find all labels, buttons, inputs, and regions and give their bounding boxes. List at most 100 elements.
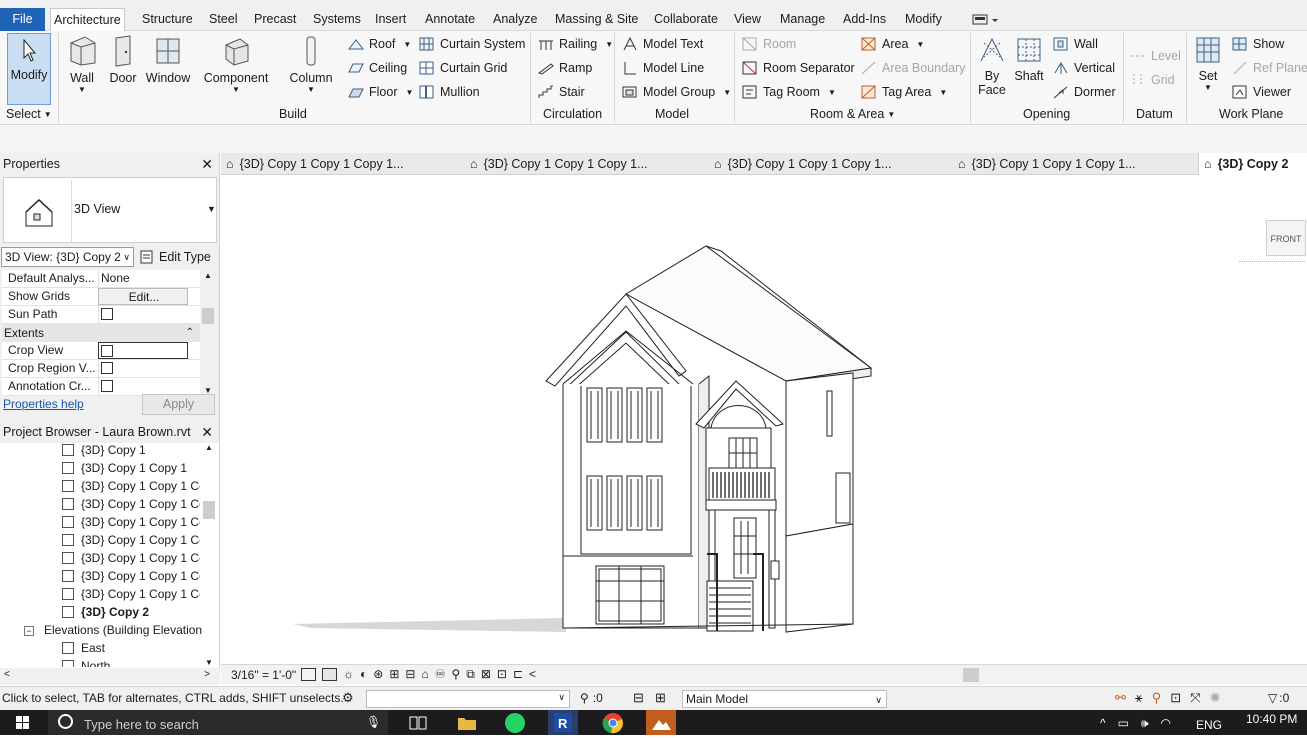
reveal-constraints-icon[interactable]: ⊡: [497, 668, 507, 681]
browser-item[interactable]: {3D} Copy 1 Copy 1 Cc: [62, 585, 200, 603]
column-button[interactable]: Column ▼: [288, 35, 334, 94]
browser-item[interactable]: {3D} Copy 1 Copy 1 Cc: [62, 549, 200, 567]
drawing-canvas[interactable]: FRONT: [221, 176, 1307, 664]
crop-view-icon[interactable]: ⊞: [389, 668, 399, 681]
chevron-left-icon[interactable]: <: [529, 668, 536, 681]
menu-file[interactable]: File: [0, 8, 45, 31]
workset-dropdown[interactable]: ∨: [366, 690, 570, 708]
wall-button[interactable]: Wall ▼: [63, 35, 101, 94]
curtain-grid-button[interactable]: Curtain Grid: [419, 61, 507, 75]
model-line-button[interactable]: Model Line: [622, 61, 704, 75]
annotation-crop-checkbox[interactable]: [101, 380, 113, 392]
editing-requests[interactable]: ⚲:0: [580, 691, 603, 705]
crop-region-checkbox[interactable]: [101, 362, 113, 374]
browser-item[interactable]: {3D} Copy 1 Copy 1 Cc: [62, 477, 200, 495]
window-button[interactable]: Window: [144, 35, 192, 85]
detail-level-icon[interactable]: [301, 668, 316, 681]
menu-analyze[interactable]: Analyze: [490, 10, 540, 31]
browser-group-elevations[interactable]: − Elevations (Building Elevation: [24, 621, 204, 639]
set-button[interactable]: Set ▼: [1192, 35, 1224, 92]
main-model-dropdown[interactable]: Main Model ∨: [682, 690, 887, 708]
mullion-button[interactable]: Mullion: [419, 85, 480, 99]
crop-view-checkbox[interactable]: [101, 345, 113, 357]
properties-help-link[interactable]: Properties help: [3, 397, 84, 411]
show-grids-edit-button[interactable]: Edit...: [98, 288, 188, 305]
menu-massing-site[interactable]: Massing & Site: [552, 10, 641, 31]
sun-path-icon[interactable]: ☼: [343, 668, 354, 681]
menu-add-ins[interactable]: Add-Ins: [840, 10, 889, 31]
browser-item[interactable]: {3D} Copy 1 Copy 1 Cc: [62, 567, 200, 585]
chevron-up-icon[interactable]: ^: [1100, 716, 1106, 731]
curtain-system-button[interactable]: Curtain System: [419, 37, 525, 51]
volume-icon[interactable]: 🕪: [1141, 716, 1149, 731]
temporary-view-icon[interactable]: ⊠: [481, 668, 491, 681]
select-links-icon[interactable]: ⚯: [1115, 690, 1126, 706]
menu-insert[interactable]: Insert: [372, 10, 409, 31]
worksharing-icon[interactable]: ⧉: [466, 668, 475, 681]
level-button[interactable]: Level: [1130, 49, 1181, 63]
show-button[interactable]: Show: [1232, 37, 1284, 51]
select-by-face-icon[interactable]: ⊡: [1170, 690, 1181, 706]
menu-architecture[interactable]: Architecture: [50, 8, 125, 32]
drag-elements-icon[interactable]: ⤧: [1190, 690, 1200, 706]
chrome-icon[interactable]: [598, 710, 628, 735]
filter-count[interactable]: ▽:0: [1268, 691, 1289, 705]
edit-type-button[interactable]: Edit Type: [139, 247, 211, 267]
select-underlay-icon[interactable]: ⚹: [1135, 690, 1143, 706]
browser-item[interactable]: {3D} Copy 1 Copy 1: [62, 459, 200, 477]
sun-path-checkbox[interactable]: [101, 308, 113, 320]
tab-view-3[interactable]: ⌂ {3D} Copy 1 Copy 1 Copy 1...: [709, 153, 951, 175]
temporary-hide-icon[interactable]: ♾: [435, 668, 446, 681]
menu-collaborate[interactable]: Collaborate: [651, 10, 721, 31]
room-button[interactable]: Room: [742, 37, 796, 51]
menu-modify[interactable]: Modify: [902, 10, 945, 31]
roof-button[interactable]: Roof ▼: [348, 37, 411, 51]
modify-button[interactable]: Modify: [7, 33, 51, 105]
model-group-button[interactable]: Model Group ▼: [622, 85, 731, 99]
worksets-icon[interactable]: ⚙: [342, 690, 354, 706]
tab-view-4[interactable]: ⌂ {3D} Copy 1 Copy 1 Copy 1...: [953, 153, 1195, 175]
menu-manage[interactable]: Manage: [777, 10, 828, 31]
tab-view-2[interactable]: ⌂ {3D} Copy 1 Copy 1 Copy 1...: [465, 153, 707, 175]
browser-item-north[interactable]: North: [62, 657, 200, 667]
ref-plane-button[interactable]: Ref Plane: [1232, 61, 1307, 75]
apply-button[interactable]: Apply: [142, 394, 215, 415]
area-button[interactable]: Area ▼: [861, 37, 924, 51]
wifi-icon[interactable]: ◠: [1161, 716, 1171, 731]
ribbon-toggle-icon[interactable]: [972, 13, 1000, 27]
browser-scrollbar[interactable]: ▲ ▼: [202, 441, 216, 667]
browser-item-active[interactable]: {3D} Copy 2: [62, 603, 200, 621]
browser-item[interactable]: {3D} Copy 1 Copy 1 Cc: [62, 495, 200, 513]
canvas-h-scrollbar-thumb[interactable]: [963, 668, 979, 682]
battery-icon[interactable]: ▭: [1118, 716, 1129, 731]
file-explorer-icon[interactable]: [452, 710, 482, 735]
taskbar-search[interactable]: Type here to search 🎙: [48, 710, 388, 735]
menu-annotate[interactable]: Annotate: [422, 10, 478, 31]
tab-view-1[interactable]: ⌂ {3D} Copy 1 Copy 1 Copy 1...: [221, 153, 463, 175]
menu-steel[interactable]: Steel: [206, 10, 241, 31]
design-options-icon[interactable]: ⊟: [633, 690, 644, 706]
menu-view[interactable]: View: [731, 10, 764, 31]
room-area-panel-label[interactable]: Room & Area ▼: [810, 107, 895, 121]
lock-view-icon[interactable]: ⌂: [421, 668, 428, 681]
extents-section-header[interactable]: Extents ⌃: [2, 324, 200, 342]
opening-wall-button[interactable]: Wall: [1053, 37, 1098, 51]
view-scale[interactable]: 3/16" = 1'-0": [231, 668, 296, 682]
stair-button[interactable]: Stair: [538, 85, 585, 99]
instance-selector[interactable]: 3D View: {3D} Copy 2 ∨: [1, 247, 134, 267]
revit-icon[interactable]: R: [548, 710, 578, 735]
floor-button[interactable]: Floor ▼: [348, 85, 413, 99]
tag-area-button[interactable]: Tag Area ▼: [861, 85, 947, 99]
clock[interactable]: 10:40 PM: [1246, 712, 1297, 726]
windows-start-icon[interactable]: [8, 710, 38, 735]
whatsapp-icon[interactable]: [500, 710, 530, 735]
railing-button[interactable]: Railing ▼: [538, 37, 613, 51]
browser-item-east[interactable]: East: [62, 639, 200, 657]
background-process-icon[interactable]: ✺: [1210, 690, 1221, 706]
menu-systems[interactable]: Systems: [310, 10, 364, 31]
shadows-icon[interactable]: ◐: [360, 668, 367, 681]
visual-style-icon[interactable]: [322, 668, 337, 681]
select-pinned-icon[interactable]: ⚲: [1152, 690, 1162, 706]
language-indicator[interactable]: ENG: [1196, 718, 1222, 732]
room-separator-button[interactable]: Room Separator: [742, 61, 855, 75]
